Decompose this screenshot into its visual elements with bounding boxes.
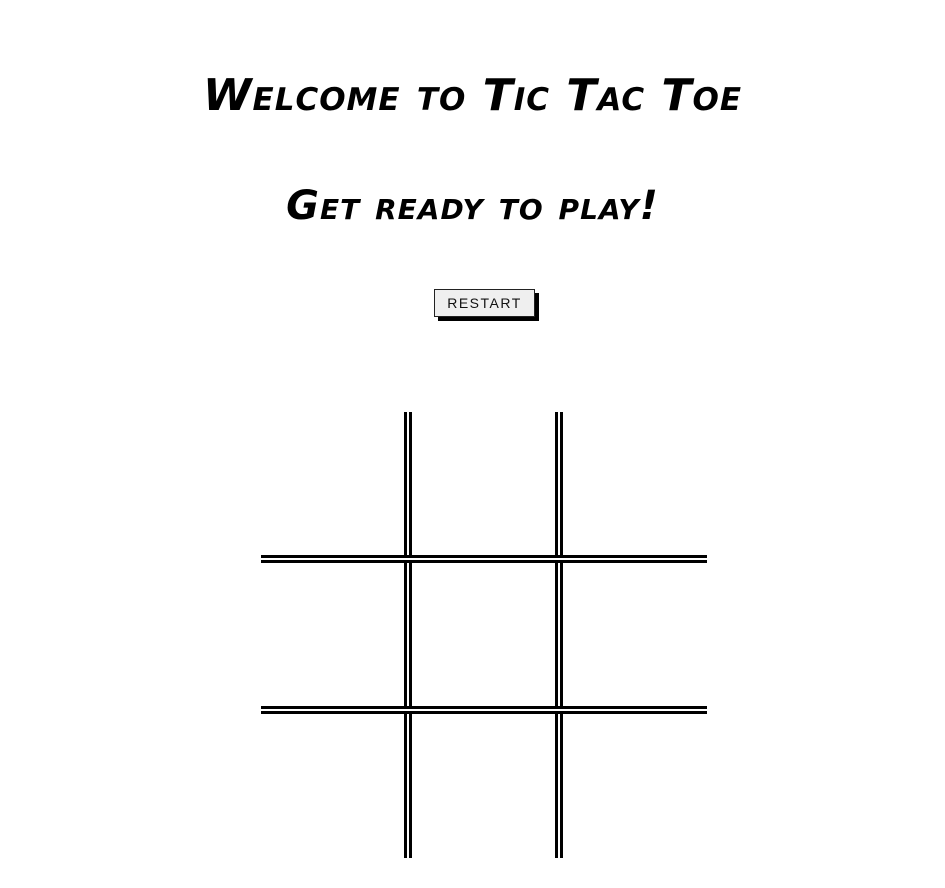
grid-line-horizontal-2 xyxy=(261,706,707,714)
game-board xyxy=(261,412,707,858)
page-title: Welcome to Tic Tac Toe xyxy=(202,70,742,121)
board-cell-9[interactable] xyxy=(562,713,707,858)
status-message: Get ready to play! xyxy=(286,183,659,229)
grid-line-vertical-2 xyxy=(555,412,563,858)
board-cell-1[interactable] xyxy=(261,412,406,557)
board-cell-5[interactable] xyxy=(411,562,556,707)
board-cell-8[interactable] xyxy=(411,713,556,858)
board-cell-4[interactable] xyxy=(261,562,406,707)
board-cell-7[interactable] xyxy=(261,713,406,858)
restart-button[interactable]: RESTART xyxy=(434,289,535,317)
board-cell-2[interactable] xyxy=(411,412,556,557)
board-cell-3[interactable] xyxy=(562,412,707,557)
grid-line-horizontal-1 xyxy=(261,555,707,563)
board-cell-6[interactable] xyxy=(562,562,707,707)
grid-line-vertical-1 xyxy=(404,412,412,858)
